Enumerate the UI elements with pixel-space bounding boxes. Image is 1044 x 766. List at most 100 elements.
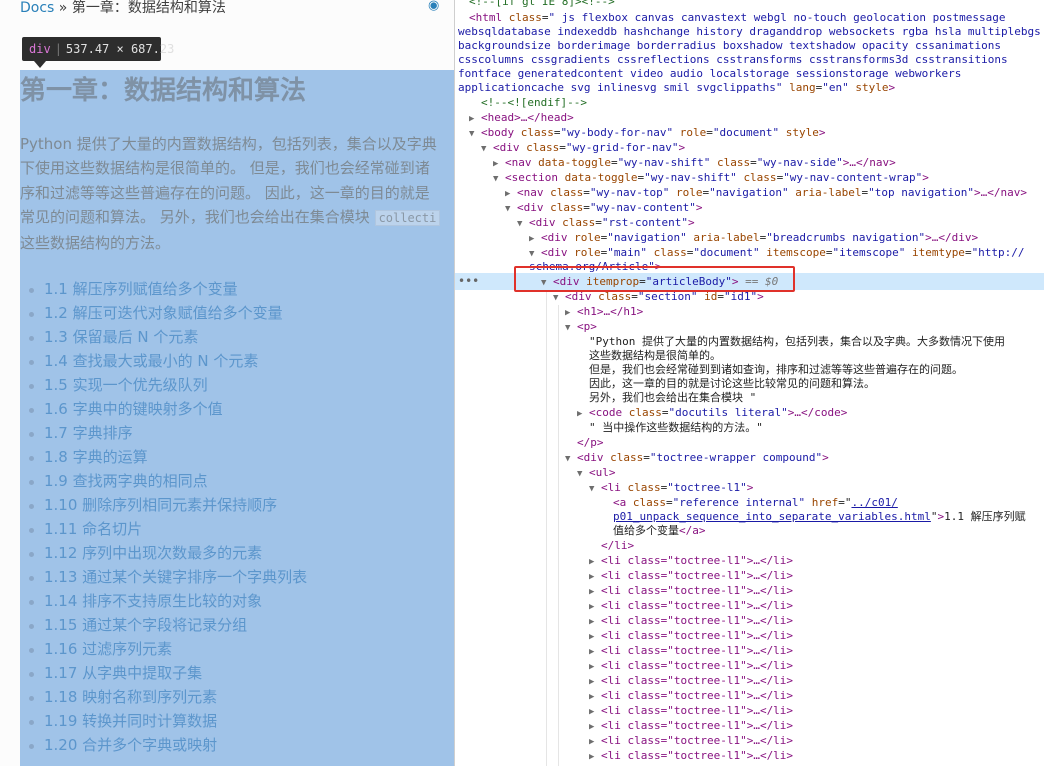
dom-node-nav-content[interactable]: ▼ <div class="wy-nav-content"> <box>505 200 702 215</box>
toc-link[interactable]: 1.3 保留最后 N 个元素 <box>44 328 198 346</box>
toc-item: 1.7 字典排序 <box>20 421 307 445</box>
dom-node-li-collapsed[interactable]: ▶ <li class="toctree-l1">…</li> <box>589 553 793 568</box>
dom-node-li-close: </li> <box>601 539 635 552</box>
toc-link[interactable]: 1.8 字典的运算 <box>44 448 148 466</box>
dom-attr-line: 值给多个变量</a> <box>613 524 706 537</box>
dom-node-li-collapsed[interactable]: ▶ <li class="toctree-l1">…</li> <box>589 673 793 688</box>
toc-link[interactable]: 1.16 过滤序列元素 <box>44 640 172 658</box>
toc-item: 1.6 字典中的键映射多个值 <box>20 397 307 421</box>
dom-node-li[interactable]: ▼ <li class="toctree-l1"> <box>589 480 753 495</box>
breadcrumb: Docs » 第一章：数据结构和算法 <box>20 0 226 18</box>
dom-node-li-collapsed[interactable]: ▶ <li class="toctree-l1">…</li> <box>589 643 793 658</box>
dom-node-h1[interactable]: ▶ <h1>…</h1> <box>565 304 643 319</box>
toc-item: 1.3 保留最后 N 个元素 <box>20 325 307 349</box>
dom-attr-line: backgroundsize borderimage borderradius … <box>458 39 1002 52</box>
dom-node-toctree[interactable]: ▼ <div class="toctree-wrapper compound"> <box>565 450 829 465</box>
toc-item: 1.20 合并多个字典或映射 <box>20 733 307 757</box>
toc-link[interactable]: 1.4 查找最大或最小的 N 个元素 <box>44 352 258 370</box>
dom-node-html[interactable]: <html class=" js flexbox canvas canvaste… <box>469 10 1005 25</box>
toc-list: 1.1 解压序列赋值给多个变量 1.2 解压可迭代对象赋值给多个变量 1.3 保留最… <box>20 277 307 757</box>
toc-link[interactable]: 1.12 序列中出现次数最多的元素 <box>44 544 262 562</box>
toc-item: 1.1 解压序列赋值给多个变量 <box>20 277 307 301</box>
toc-item: 1.12 序列中出现次数最多的元素 <box>20 541 307 565</box>
toc-item: 1.15 通过某个字段将记录分组 <box>20 613 307 637</box>
dom-comment: <!--<![endif]--> <box>481 96 587 109</box>
toc-link[interactable]: 1.2 解压可迭代对象赋值给多个变量 <box>44 304 283 322</box>
toc-item: 1.4 查找最大或最小的 N 个元素 <box>20 349 307 373</box>
dom-attr-line: p01_unpack_sequence_into_separate_variab… <box>613 510 1026 523</box>
indent-guide <box>558 305 559 766</box>
dom-node-rst-content[interactable]: ▼ <div class="rst-content"> <box>517 215 695 230</box>
dom-text: "Python 提供了大量的内置数据结构，包括列表，集合以及字典。大多数情况下使… <box>589 335 1005 348</box>
dom-node-li-collapsed[interactable]: ▶ <li class="toctree-l1">…</li> <box>589 598 793 613</box>
intro-line: 这些数据结构的方法。 <box>20 233 171 252</box>
tooltip-arrow <box>34 61 46 68</box>
breadcrumb-current: 第一章：数据结构和算法 <box>71 0 226 16</box>
toc-item: 1.17 从字典中提取子集 <box>20 661 307 685</box>
toc-link[interactable]: 1.14 排序不支持原生比较的对象 <box>44 592 262 610</box>
dom-node-grid[interactable]: ▼ <div class="wy-grid-for-nav"> <box>481 140 685 155</box>
dom-node-li-collapsed[interactable]: ▶ <li class="toctree-l1">…</li> <box>589 628 793 643</box>
dom-text: 但是，我们也会经常碰到到诸如查询，排序和过滤等等这些普遍存在的问题。 <box>589 363 963 376</box>
dom-node-li-collapsed[interactable]: ▶ <li class="toctree-l1">…</li> <box>589 703 793 718</box>
dom-node-nav-top[interactable]: ▶ <nav class="wy-nav-top" role="navigatio… <box>505 185 1027 200</box>
toc-link[interactable]: 1.6 字典中的键映射多个值 <box>44 400 223 418</box>
dom-text: " 当中操作这些数据结构的方法。" <box>589 421 763 434</box>
documentation-page: Docs » 第一章：数据结构和算法 ◉ div | 537.47 × 687.23… <box>0 0 454 766</box>
dom-node-li-collapsed[interactable]: ▶ <li class="toctree-l1">…</li> <box>589 718 793 733</box>
dom-node-nav-side[interactable]: ▶ <nav data-toggle="wy-nav-shift" class="… <box>493 155 896 170</box>
dom-attr-line: csscolumns cssgradients cssreflections c… <box>458 53 1008 66</box>
dom-node-li-collapsed[interactable]: ▶ <li class="toctree-l1">…</li> <box>589 748 793 763</box>
toc-link[interactable]: 1.18 映射名称到序列元素 <box>44 688 217 706</box>
toc-link[interactable]: 1.7 字典排序 <box>44 424 133 442</box>
toc-link[interactable]: 1.10 删除序列相同元素并保持顺序 <box>44 496 277 514</box>
toc-item: 1.19 转换并同时计算数据 <box>20 709 307 733</box>
dom-node-li-collapsed[interactable]: ▶ <li class="toctree-l1">…</li> <box>589 688 793 703</box>
dom-node-head[interactable]: ▶ <head>…</head> <box>469 110 574 125</box>
toc-item: 1.14 排序不支持原生比较的对象 <box>20 589 307 613</box>
breadcrumb-separator: » <box>58 0 68 16</box>
devtools-elements-panel: <!--[if gt IE 8]><!--> <html class=" js … <box>454 0 1044 766</box>
dom-text: 这些数据结构是很简单的。 <box>589 349 721 362</box>
toc-link[interactable]: 1.13 通过某个关键字排序一个字典列表 <box>44 568 307 586</box>
intro-line: 常见的问题和算法。 另外，我们也会给出在集合模块 collecti <box>20 205 454 230</box>
dom-node-li-collapsed[interactable]: ▶ <li class="toctree-l1">…</li> <box>589 613 793 628</box>
dom-node-body[interactable]: ▼ <body class="wy-body-for-nav" role="doc… <box>469 125 825 140</box>
dom-attr-line: applicationcache svg inlinesvg smil svgc… <box>458 81 896 94</box>
dom-node-li-collapsed[interactable]: ▶ <li class="toctree-l1">…</li> <box>589 658 793 673</box>
intro-line: Python 提供了大量的内置数据结构，包括列表，集合以及字典 <box>20 135 437 153</box>
breadcrumb-docs-link[interactable]: Docs <box>20 0 54 16</box>
intro-line: 下使用这些数据结构是很简单的。 但是，我们也会经常碰到诸 <box>20 159 430 178</box>
dom-node-section[interactable]: ▼ <section data-toggle="wy-nav-shift" cla… <box>493 170 929 185</box>
dom-node-code[interactable]: ▶ <code class="docutils literal">…</code> <box>577 405 847 420</box>
toc-link[interactable]: 1.9 查找两字典的相同点 <box>44 472 208 490</box>
toc-link[interactable]: 1.17 从字典中提取子集 <box>44 664 202 682</box>
toc-link[interactable]: 1.1 解压序列赋值给多个变量 <box>44 280 238 298</box>
dom-node-li-collapsed[interactable]: ▶ <li class="toctree-l1">…</li> <box>589 583 793 598</box>
toc-link[interactable]: 1.19 转换并同时计算数据 <box>44 712 217 730</box>
indent-guide <box>546 290 547 766</box>
more-options-icon[interactable]: ••• <box>458 274 479 288</box>
dom-attr-line: fontface generatedcontent video audio lo… <box>458 67 962 80</box>
toc-item: 1.18 映射名称到序列元素 <box>20 685 307 709</box>
toc-link[interactable]: 1.11 命名切片 <box>44 520 142 538</box>
toc-item: 1.5 实现一个优先级队列 <box>20 373 307 397</box>
dom-node-p[interactable]: ▼ <p> <box>565 319 597 334</box>
dom-node-li-collapsed[interactable]: ▶ <li class="toctree-l1">…</li> <box>589 568 793 583</box>
dom-href-link[interactable]: p01_unpack_sequence_into_separate_variab… <box>613 510 931 523</box>
dom-node-breadcrumbs[interactable]: ▶ <div role="navigation" aria-label="brea… <box>529 230 978 245</box>
github-icon[interactable]: ◉ <box>428 0 444 12</box>
dom-node-ul[interactable]: ▼ <ul> <box>577 465 616 480</box>
toc-link[interactable]: 1.15 通过某个字段将记录分组 <box>44 616 247 634</box>
dom-node-main[interactable]: ▼ <div role="main" class="document" items… <box>529 245 1025 260</box>
toc-link[interactable]: 1.20 合并多个字典或映射 <box>44 736 217 754</box>
dom-node-a[interactable]: <a class="reference internal" href="../c… <box>613 495 898 510</box>
intro-line: 序和过滤等等这些普遍存在的问题。 因此，这一章的目的就是 <box>20 183 430 202</box>
toc-link[interactable]: 1.5 实现一个优先级队列 <box>44 376 208 394</box>
dom-node-li-collapsed[interactable]: ▶ <li class="toctree-l1">…</li> <box>589 733 793 748</box>
tooltip-tag: div <box>29 42 51 56</box>
dom-text: 因此，这一章的目的就是讨论这些比较常见的问题和算法。 <box>589 377 875 390</box>
dom-comment: <!--[if gt IE 8]><!--> <box>469 0 615 8</box>
dom-node-p-close: </p> <box>577 436 604 449</box>
toc-item: 1.16 过滤序列元素 <box>20 637 307 661</box>
